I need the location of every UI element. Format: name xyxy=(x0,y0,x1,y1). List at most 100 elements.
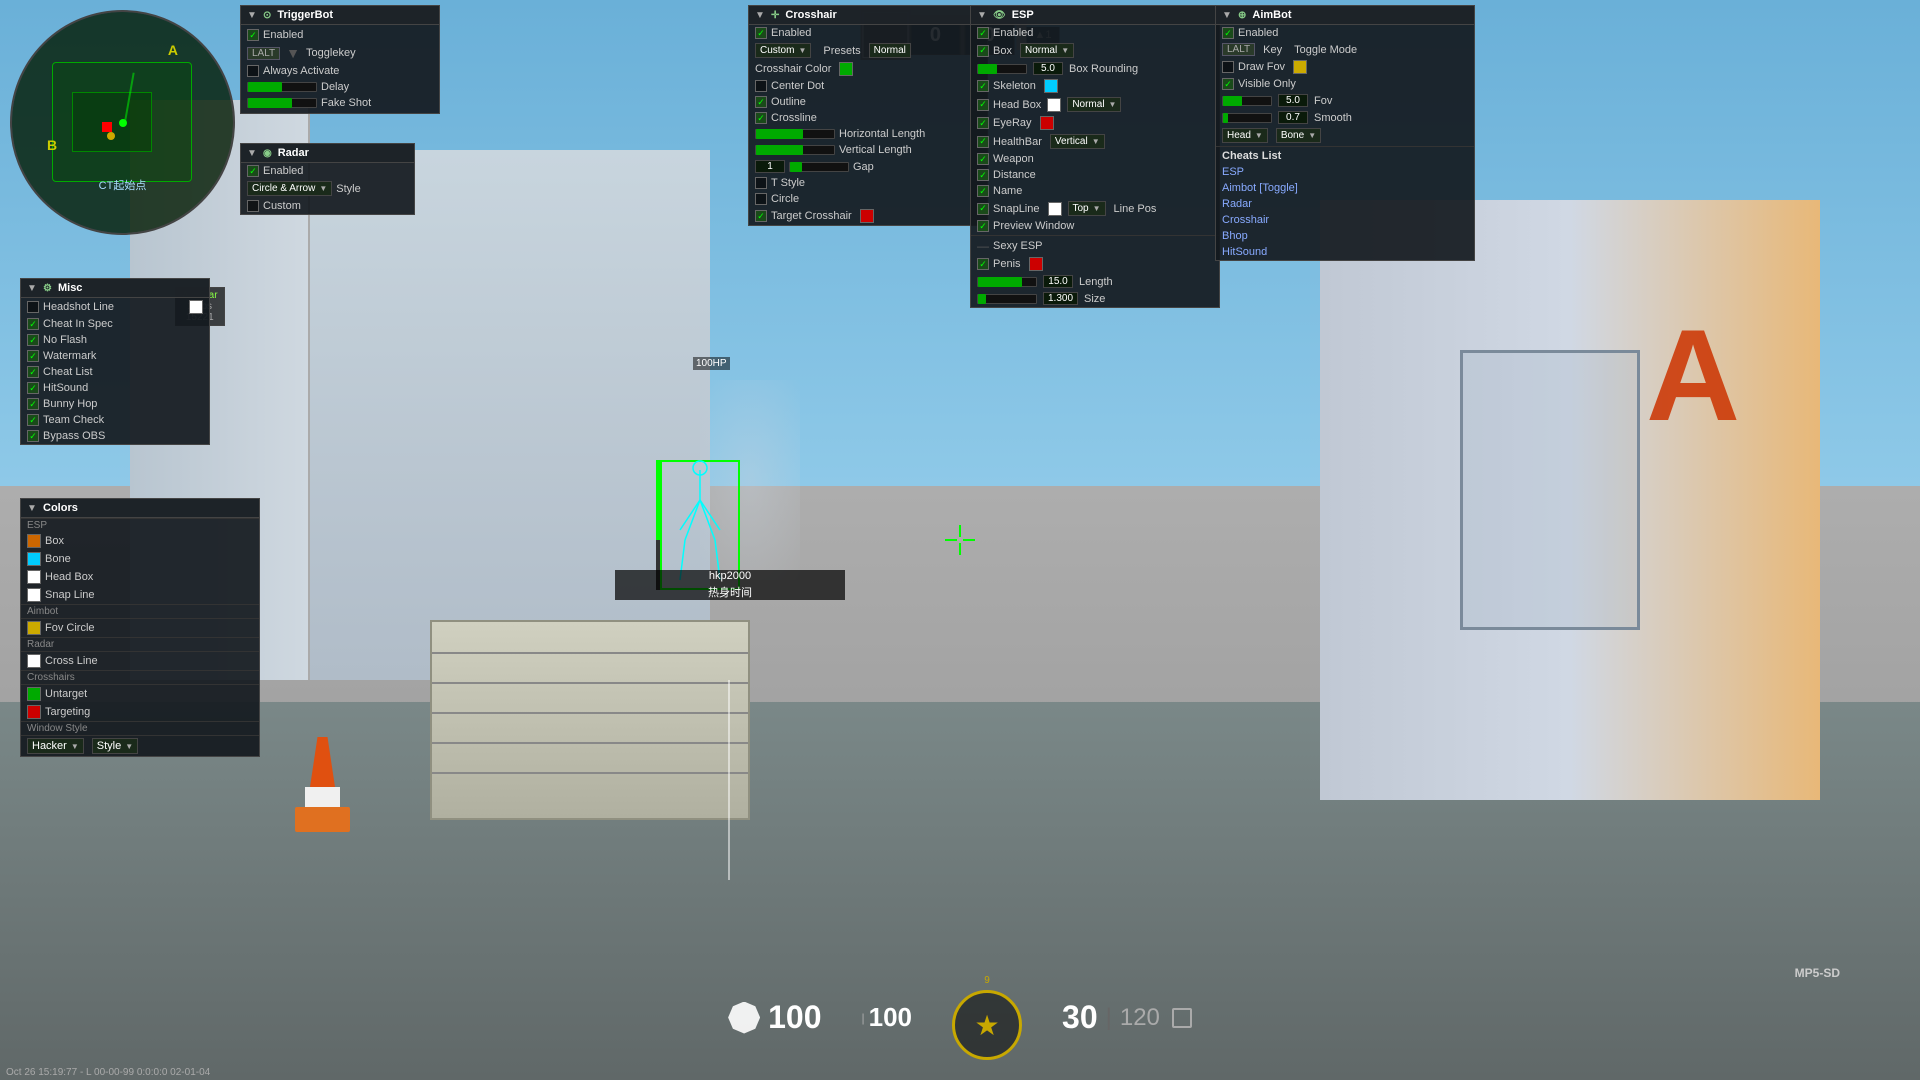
aimbot-head-dropdown[interactable]: Head ▼ xyxy=(1222,128,1268,143)
misc-cheatspec-cb[interactable] xyxy=(27,318,39,330)
crosshair-outline-cb[interactable] xyxy=(755,96,767,108)
radar-settings-collapse[interactable]: ▼ xyxy=(247,148,257,158)
colors-style-dropdown[interactable]: Style ▼ xyxy=(92,738,138,754)
colors-collapse[interactable]: ▼ xyxy=(27,503,37,513)
aimbot-smooth-track[interactable] xyxy=(1222,113,1272,123)
esp-eyeray-color[interactable] xyxy=(1040,116,1054,130)
crosshair-collapse[interactable]: ▼ xyxy=(755,10,765,20)
cheat-crosshair-link[interactable]: Crosshair xyxy=(1222,214,1269,226)
crosshair-targetcrosshair-row: Target Crosshair xyxy=(749,207,987,225)
esp-penis-cb[interactable] xyxy=(977,258,989,270)
misc-watermark-cb[interactable] xyxy=(27,350,39,362)
esp-skeleton-color[interactable] xyxy=(1044,79,1058,93)
colors-bone-swatch[interactable] xyxy=(27,552,41,566)
esp-size-track[interactable] xyxy=(977,294,1037,304)
crosshair-vlength-track[interactable] xyxy=(755,145,835,155)
misc-bypassobs-cb[interactable] xyxy=(27,430,39,442)
esp-headbox-color[interactable] xyxy=(1047,98,1061,112)
misc-bypassobs-label: Bypass OBS xyxy=(43,430,105,442)
aimbot-fov-track[interactable] xyxy=(1222,96,1272,106)
colors-box-swatch[interactable] xyxy=(27,534,41,548)
crosshair-normal-dropdown[interactable]: Normal xyxy=(869,43,911,58)
esp-box-cb[interactable] xyxy=(977,45,989,57)
esp-previewwindow-cb[interactable] xyxy=(977,220,989,232)
aimbot-lalt-key[interactable]: LALT xyxy=(1222,43,1255,56)
colors-snapline-swatch[interactable] xyxy=(27,588,41,602)
colors-fovcircle-label: Fov Circle xyxy=(45,622,95,634)
colors-headbox-swatch[interactable] xyxy=(27,570,41,584)
misc-hitsound-cb[interactable] xyxy=(27,382,39,394)
esp-enabled-cb[interactable] xyxy=(977,27,989,39)
misc-bunnyhop-cb[interactable] xyxy=(27,398,39,410)
esp-headbox-label: Head Box xyxy=(993,99,1041,111)
triggerbot-delay-track[interactable] xyxy=(247,82,317,92)
crosshair-color-swatch[interactable] xyxy=(839,62,853,76)
crosshair-gap-track[interactable] xyxy=(789,162,849,172)
cheat-esp-link[interactable]: ESP xyxy=(1222,166,1244,178)
colors-untarget-swatch[interactable] xyxy=(27,687,41,701)
aimbot-bone-dropdown[interactable]: Bone ▼ xyxy=(1276,128,1321,143)
esp-headbox-mode-dropdown[interactable]: Normal ▼ xyxy=(1067,97,1121,112)
crosshair-custom-dropdown[interactable]: Custom ▼ xyxy=(755,43,811,58)
esp-snapline-cb[interactable] xyxy=(977,203,989,215)
esp-length-track[interactable] xyxy=(977,277,1037,287)
esp-previewwindow-row: Preview Window xyxy=(971,218,1219,234)
triggerbot-lalt-key[interactable]: LALT xyxy=(247,47,280,60)
cheat-bhop-link[interactable]: Bhop xyxy=(1222,230,1248,242)
colors-radar-section: Radar xyxy=(21,637,259,652)
esp-eyeray-cb[interactable] xyxy=(977,117,989,129)
aimbot-visibleonly-cb[interactable] xyxy=(1222,78,1234,90)
misc-headshot-color[interactable] xyxy=(189,300,203,314)
radar-settings-custom-cb[interactable] xyxy=(247,200,259,212)
esp-box-mode-arrow: ▼ xyxy=(1061,46,1069,55)
crosshair-gap-row: 1 Gap xyxy=(749,158,987,175)
esp-boxrounding-track[interactable] xyxy=(977,64,1027,74)
misc-collapse[interactable]: ▼ xyxy=(27,283,37,293)
cheat-hitsound-link[interactable]: HitSound xyxy=(1222,246,1267,258)
esp-healthbar-mode-dropdown[interactable]: Vertical ▼ xyxy=(1050,134,1105,149)
aimbot-drawfov-cb[interactable] xyxy=(1222,61,1234,73)
triggerbot-collapse[interactable]: ▼ xyxy=(247,10,257,20)
esp-name-cb[interactable] xyxy=(977,185,989,197)
triggerbot-always-cb[interactable] xyxy=(247,65,259,77)
crosshair-tstyle-cb[interactable] xyxy=(755,177,767,189)
radar-style-dropdown[interactable]: Circle & Arrow ▼ xyxy=(247,181,332,196)
esp-box-mode-dropdown[interactable]: Normal ▼ xyxy=(1020,43,1074,58)
esp-skeleton-cb[interactable] xyxy=(977,80,989,92)
esp-snapline-pos-dropdown[interactable]: Top ▼ xyxy=(1068,201,1106,216)
aimbot-drawfov-color[interactable] xyxy=(1293,60,1307,74)
colors-hacker-dropdown[interactable]: Hacker ▼ xyxy=(27,738,84,754)
crosshair-color-row: Crosshair Color xyxy=(749,60,987,78)
crosshair-enabled-cb[interactable] xyxy=(755,27,767,39)
esp-collapse[interactable]: ▼ xyxy=(977,10,987,20)
crosshair-circle-cb[interactable] xyxy=(755,193,767,205)
colors-targeting-swatch[interactable] xyxy=(27,705,41,719)
esp-healthbar-cb[interactable] xyxy=(977,136,989,148)
triggerbot-fakeshoot-track[interactable] xyxy=(247,98,317,108)
cheat-radar-link[interactable]: Radar xyxy=(1222,198,1252,210)
crosshair-targetcrosshair-color[interactable] xyxy=(860,209,874,223)
misc-headshot-cb[interactable] xyxy=(27,301,39,313)
colors-crossline-swatch[interactable] xyxy=(27,654,41,668)
misc-headshot-row: Headshot Line xyxy=(21,298,209,316)
misc-cheatlist-cb[interactable] xyxy=(27,366,39,378)
esp-penis-color[interactable] xyxy=(1029,257,1043,271)
crosshair-targetcrosshair-cb[interactable] xyxy=(755,210,767,222)
cheat-aimbot-link[interactable]: Aimbot [Toggle] xyxy=(1222,182,1298,194)
aimbot-enabled-label: Enabled xyxy=(1238,27,1278,39)
colors-fovcircle-swatch[interactable] xyxy=(27,621,41,635)
esp-snapline-color[interactable] xyxy=(1048,202,1062,216)
esp-headbox-cb[interactable] xyxy=(977,99,989,111)
crosshair-centerdot-cb[interactable] xyxy=(755,80,767,92)
aimbot-enabled-cb[interactable] xyxy=(1222,27,1234,39)
misc-teamcheck-cb[interactable] xyxy=(27,414,39,426)
aimbot-panel: ▼ ⊕ AimBot Enabled LALT Key Toggle Mode … xyxy=(1215,5,1475,261)
esp-distance-cb[interactable] xyxy=(977,169,989,181)
crosshair-hlength-track[interactable] xyxy=(755,129,835,139)
crosshair-crossline-cb[interactable] xyxy=(755,112,767,124)
triggerbot-enabled-cb[interactable] xyxy=(247,29,259,41)
misc-noflash-cb[interactable] xyxy=(27,334,39,346)
radar-settings-enabled-cb[interactable] xyxy=(247,165,259,177)
esp-weapon-cb[interactable] xyxy=(977,153,989,165)
aimbot-collapse[interactable]: ▼ xyxy=(1222,10,1232,20)
